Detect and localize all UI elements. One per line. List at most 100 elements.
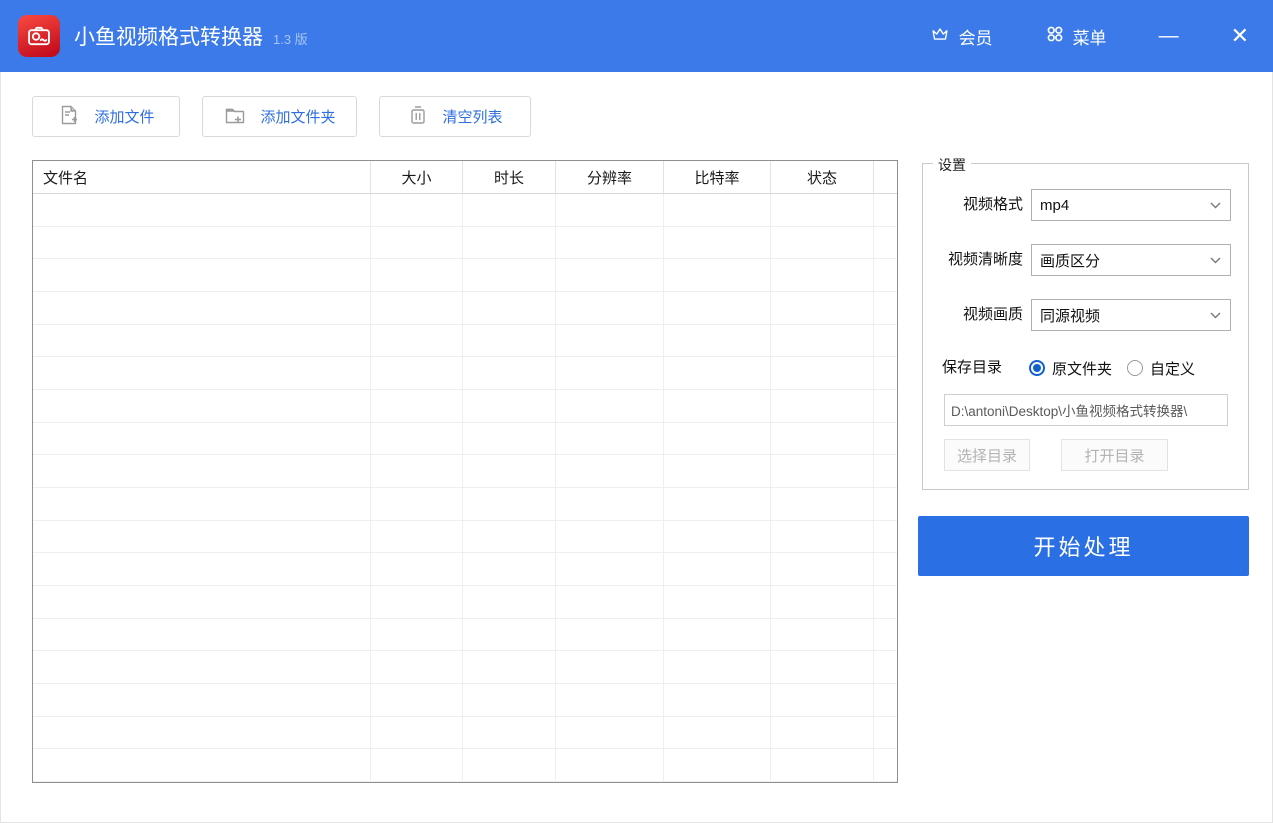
radio-custom-folder[interactable]: 自定义 <box>1127 357 1195 379</box>
open-directory-button[interactable]: 打开目录 <box>1061 439 1168 471</box>
video-format-value: mp4 <box>1040 197 1069 214</box>
table-body <box>33 194 897 782</box>
table-cell <box>664 717 771 750</box>
table-cell <box>664 259 771 292</box>
table-cell <box>874 717 897 750</box>
table-cell <box>874 194 897 227</box>
scrollbar-column <box>874 161 897 194</box>
menu-button[interactable]: 菜单 <box>1045 24 1107 49</box>
table-cell <box>33 227 371 260</box>
toolbar: 添加文件 添加文件夹 清空列表 <box>32 96 531 137</box>
table-cell <box>664 455 771 488</box>
table-cell <box>771 717 874 750</box>
table-cell <box>664 684 771 717</box>
table-cell <box>874 423 897 456</box>
table-cell <box>371 717 463 750</box>
table-cell <box>33 684 371 717</box>
column-header: 时长 <box>463 161 556 194</box>
table-cell <box>771 488 874 521</box>
save-dir-label: 保存目录 <box>942 357 1002 379</box>
table-cell <box>33 521 371 554</box>
table-cell <box>556 749 664 782</box>
clear-list-button[interactable]: 清空列表 <box>379 96 531 137</box>
table-cell <box>771 227 874 260</box>
table-cell <box>463 717 556 750</box>
table-cell <box>664 325 771 358</box>
start-processing-button[interactable]: 开始处理 <box>918 516 1249 576</box>
add-file-button[interactable]: 添加文件 <box>32 96 180 137</box>
table-cell <box>664 619 771 652</box>
table-cell <box>664 390 771 423</box>
member-button[interactable]: 会员 <box>929 23 993 50</box>
table-cell <box>33 259 371 292</box>
table-cell <box>664 749 771 782</box>
table-cell <box>771 325 874 358</box>
radio-original-folder[interactable]: 原文件夹 <box>1029 357 1112 379</box>
table-cell <box>874 325 897 358</box>
table-cell <box>371 194 463 227</box>
table-cell <box>556 423 664 456</box>
table-cell <box>771 390 874 423</box>
app-version: 1.3 版 <box>273 29 308 48</box>
table-cell <box>463 521 556 554</box>
table-cell <box>371 227 463 260</box>
table-cell <box>371 619 463 652</box>
table-cell <box>664 586 771 619</box>
table-cell <box>771 651 874 684</box>
video-clarity-select[interactable]: 画质区分 <box>1031 244 1231 276</box>
table-cell <box>371 325 463 358</box>
app-title: 小鱼视频格式转换器 <box>74 21 263 51</box>
table-cell <box>463 325 556 358</box>
table-cell <box>371 357 463 390</box>
table-cell <box>463 259 556 292</box>
table-cell <box>556 684 664 717</box>
video-quality-select[interactable]: 同源视频 <box>1031 299 1231 331</box>
table-cell <box>556 357 664 390</box>
table-cell <box>33 423 371 456</box>
table-cell <box>556 259 664 292</box>
choose-directory-button[interactable]: 选择目录 <box>944 439 1030 471</box>
table-cell <box>556 194 664 227</box>
table-cell <box>33 488 371 521</box>
chevron-down-icon <box>1210 257 1221 264</box>
table-cell <box>771 619 874 652</box>
crown-icon <box>929 23 951 50</box>
table-cell <box>463 488 556 521</box>
table-cell <box>874 259 897 292</box>
titlebar: 小鱼视频格式转换器 1.3 版 会员 菜单 <box>0 0 1273 72</box>
member-label: 会员 <box>959 24 993 49</box>
table-cell <box>556 488 664 521</box>
table-cell <box>874 553 897 586</box>
save-path-input[interactable] <box>944 394 1228 426</box>
add-folder-icon <box>223 103 247 131</box>
table-cell <box>371 586 463 619</box>
app-window: 小鱼视频格式转换器 1.3 版 会员 菜单 <box>0 0 1273 823</box>
chevron-down-icon <box>1210 202 1221 209</box>
table-cell <box>371 423 463 456</box>
table-cell <box>874 651 897 684</box>
table-cell <box>33 390 371 423</box>
table-cell <box>556 390 664 423</box>
radio-icon <box>1029 360 1045 376</box>
video-quality-value: 同源视频 <box>1040 305 1100 326</box>
add-folder-button[interactable]: 添加文件夹 <box>202 96 357 137</box>
table-cell <box>771 684 874 717</box>
add-file-icon <box>57 103 81 131</box>
close-button[interactable]: ✕ <box>1231 25 1249 47</box>
table-cell <box>371 259 463 292</box>
table-cell <box>664 521 771 554</box>
table-cell <box>463 423 556 456</box>
column-header: 文件名 <box>33 161 371 194</box>
video-format-select[interactable]: mp4 <box>1031 189 1231 221</box>
table-cell <box>33 619 371 652</box>
table-cell <box>463 586 556 619</box>
table-cell <box>556 553 664 586</box>
table-cell <box>556 651 664 684</box>
clear-list-label: 清空列表 <box>442 106 502 127</box>
table-cell <box>664 423 771 456</box>
table-cell <box>371 651 463 684</box>
minimize-button[interactable]: — <box>1159 26 1179 46</box>
table-cell <box>371 553 463 586</box>
table-cell <box>771 259 874 292</box>
file-list-table: 文件名大小时长分辨率比特率状态 <box>32 160 898 783</box>
